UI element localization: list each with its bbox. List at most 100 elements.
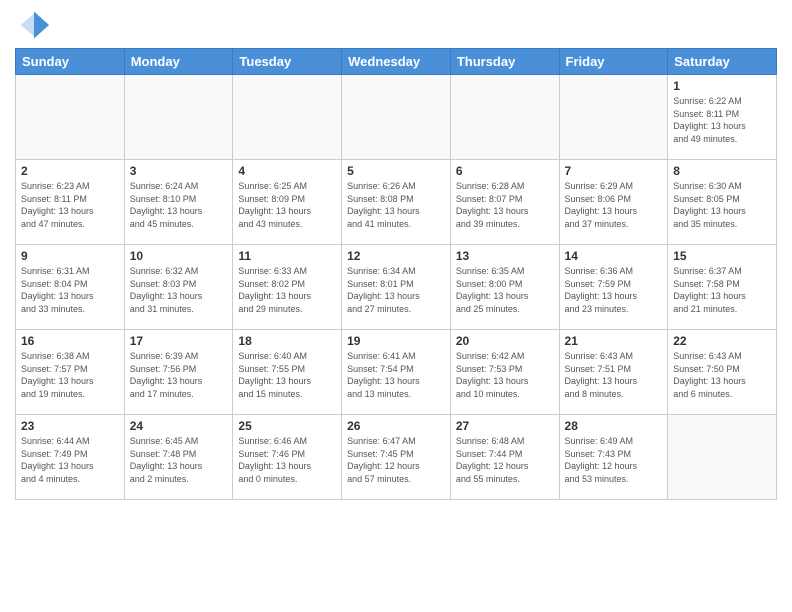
day-info: Sunrise: 6:32 AM Sunset: 8:03 PM Dayligh… [130, 265, 228, 315]
table-row: 16 Sunrise: 6:38 AM Sunset: 7:57 PM Dayli… [16, 330, 125, 415]
day-info: Sunrise: 6:22 AM Sunset: 8:11 PM Dayligh… [673, 95, 771, 145]
table-row [668, 415, 777, 500]
page: Sunday Monday Tuesday Wednesday Thursday… [0, 0, 792, 612]
day-number: 15 [673, 249, 771, 263]
day-number: 10 [130, 249, 228, 263]
day-info: Sunrise: 6:39 AM Sunset: 7:56 PM Dayligh… [130, 350, 228, 400]
day-number: 23 [21, 419, 119, 433]
table-row: 1 Sunrise: 6:22 AM Sunset: 8:11 PM Daylig… [668, 75, 777, 160]
day-info: Sunrise: 6:43 AM Sunset: 7:50 PM Dayligh… [673, 350, 771, 400]
header [15, 10, 777, 40]
table-row: 6Sunrise: 6:28 AM Sunset: 8:07 PM Daylig… [450, 160, 559, 245]
day-info: Sunrise: 6:35 AM Sunset: 8:00 PM Dayligh… [456, 265, 554, 315]
day-info: Sunrise: 6:26 AM Sunset: 8:08 PM Dayligh… [347, 180, 445, 230]
day-number: 13 [456, 249, 554, 263]
day-number: 6 [456, 164, 554, 178]
day-number: 20 [456, 334, 554, 348]
day-number: 3 [130, 164, 228, 178]
day-info: Sunrise: 6:41 AM Sunset: 7:54 PM Dayligh… [347, 350, 445, 400]
table-row: 15 Sunrise: 6:37 AM Sunset: 7:58 PM Dayli… [668, 245, 777, 330]
table-row: 21Sunrise: 6:43 AM Sunset: 7:51 PM Dayli… [559, 330, 668, 415]
day-info: Sunrise: 6:36 AM Sunset: 7:59 PM Dayligh… [565, 265, 663, 315]
calendar-week-row: 16 Sunrise: 6:38 AM Sunset: 7:57 PM Dayli… [16, 330, 777, 415]
day-number: 25 [238, 419, 336, 433]
day-number: 22 [673, 334, 771, 348]
day-info: Sunrise: 6:45 AM Sunset: 7:48 PM Dayligh… [130, 435, 228, 485]
day-info: Sunrise: 6:30 AM Sunset: 8:05 PM Dayligh… [673, 180, 771, 230]
day-info: Sunrise: 6:33 AM Sunset: 8:02 PM Dayligh… [238, 265, 336, 315]
table-row: 25 Sunrise: 6:46 AM Sunset: 7:46 PM Dayli… [233, 415, 342, 500]
table-row: 28 Sunrise: 6:49 AM Sunset: 7:43 PM Dayli… [559, 415, 668, 500]
table-row [450, 75, 559, 160]
table-row: 11 Sunrise: 6:33 AM Sunset: 8:02 PM Dayli… [233, 245, 342, 330]
calendar-week-row: 2 Sunrise: 6:23 AM Sunset: 8:11 PM Daylig… [16, 160, 777, 245]
table-row [559, 75, 668, 160]
table-row: 12 Sunrise: 6:34 AM Sunset: 8:01 PM Dayli… [342, 245, 451, 330]
table-row [124, 75, 233, 160]
table-row: 19 Sunrise: 6:41 AM Sunset: 7:54 PM Dayli… [342, 330, 451, 415]
day-info: Sunrise: 6:25 AM Sunset: 8:09 PM Dayligh… [238, 180, 336, 230]
table-row: 13 Sunrise: 6:35 AM Sunset: 8:00 PM Dayli… [450, 245, 559, 330]
day-info: Sunrise: 6:47 AM Sunset: 7:45 PM Dayligh… [347, 435, 445, 485]
calendar-week-row: 9 Sunrise: 6:31 AM Sunset: 8:04 PM Daylig… [16, 245, 777, 330]
table-row [342, 75, 451, 160]
day-info: Sunrise: 6:38 AM Sunset: 7:57 PM Dayligh… [21, 350, 119, 400]
day-number: 9 [21, 249, 119, 263]
table-row: 22 Sunrise: 6:43 AM Sunset: 7:50 PM Dayli… [668, 330, 777, 415]
day-info: Sunrise: 6:43 AM Sunset: 7:51 PM Dayligh… [565, 350, 663, 400]
day-number: 24 [130, 419, 228, 433]
col-friday: Friday [559, 49, 668, 75]
table-row: 24 Sunrise: 6:45 AM Sunset: 7:48 PM Dayli… [124, 415, 233, 500]
day-number: 11 [238, 249, 336, 263]
calendar: Sunday Monday Tuesday Wednesday Thursday… [15, 48, 777, 500]
table-row: 5 Sunrise: 6:26 AM Sunset: 8:08 PM Daylig… [342, 160, 451, 245]
table-row: 9 Sunrise: 6:31 AM Sunset: 8:04 PM Daylig… [16, 245, 125, 330]
day-number: 4 [238, 164, 336, 178]
col-thursday: Thursday [450, 49, 559, 75]
day-number: 18 [238, 334, 336, 348]
table-row: 8Sunrise: 6:30 AM Sunset: 8:05 PM Daylig… [668, 160, 777, 245]
day-number: 16 [21, 334, 119, 348]
day-number: 12 [347, 249, 445, 263]
col-monday: Monday [124, 49, 233, 75]
day-info: Sunrise: 6:23 AM Sunset: 8:11 PM Dayligh… [21, 180, 119, 230]
day-number: 14 [565, 249, 663, 263]
day-number: 19 [347, 334, 445, 348]
day-info: Sunrise: 6:40 AM Sunset: 7:55 PM Dayligh… [238, 350, 336, 400]
day-number: 26 [347, 419, 445, 433]
table-row: 14 Sunrise: 6:36 AM Sunset: 7:59 PM Dayli… [559, 245, 668, 330]
day-info: Sunrise: 6:31 AM Sunset: 8:04 PM Dayligh… [21, 265, 119, 315]
col-wednesday: Wednesday [342, 49, 451, 75]
table-row: 4 Sunrise: 6:25 AM Sunset: 8:09 PM Daylig… [233, 160, 342, 245]
day-info: Sunrise: 6:49 AM Sunset: 7:43 PM Dayligh… [565, 435, 663, 485]
table-row [16, 75, 125, 160]
day-number: 28 [565, 419, 663, 433]
table-row: 7 Sunrise: 6:29 AM Sunset: 8:06 PM Daylig… [559, 160, 668, 245]
col-tuesday: Tuesday [233, 49, 342, 75]
table-row: 2 Sunrise: 6:23 AM Sunset: 8:11 PM Daylig… [16, 160, 125, 245]
day-info: Sunrise: 6:46 AM Sunset: 7:46 PM Dayligh… [238, 435, 336, 485]
day-info: Sunrise: 6:24 AM Sunset: 8:10 PM Dayligh… [130, 180, 228, 230]
day-info: Sunrise: 6:34 AM Sunset: 8:01 PM Dayligh… [347, 265, 445, 315]
table-row: 27Sunrise: 6:48 AM Sunset: 7:44 PM Dayli… [450, 415, 559, 500]
table-row: 20 Sunrise: 6:42 AM Sunset: 7:53 PM Dayli… [450, 330, 559, 415]
calendar-week-row: 23 Sunrise: 6:44 AM Sunset: 7:49 PM Dayli… [16, 415, 777, 500]
day-number: 5 [347, 164, 445, 178]
table-row: 17Sunrise: 6:39 AM Sunset: 7:56 PM Dayli… [124, 330, 233, 415]
logo [15, 10, 49, 40]
day-number: 2 [21, 164, 119, 178]
table-row: 3 Sunrise: 6:24 AM Sunset: 8:10 PM Daylig… [124, 160, 233, 245]
logo-icon [19, 10, 49, 40]
table-row: 18 Sunrise: 6:40 AM Sunset: 7:55 PM Dayli… [233, 330, 342, 415]
day-info: Sunrise: 6:29 AM Sunset: 8:06 PM Dayligh… [565, 180, 663, 230]
table-row [233, 75, 342, 160]
calendar-week-row: 1 Sunrise: 6:22 AM Sunset: 8:11 PM Daylig… [16, 75, 777, 160]
day-number: 7 [565, 164, 663, 178]
day-info: Sunrise: 6:37 AM Sunset: 7:58 PM Dayligh… [673, 265, 771, 315]
col-saturday: Saturday [668, 49, 777, 75]
table-row: 23 Sunrise: 6:44 AM Sunset: 7:49 PM Dayli… [16, 415, 125, 500]
day-number: 1 [673, 79, 771, 93]
day-info: Sunrise: 6:42 AM Sunset: 7:53 PM Dayligh… [456, 350, 554, 400]
day-info: Sunrise: 6:44 AM Sunset: 7:49 PM Dayligh… [21, 435, 119, 485]
calendar-header-row: Sunday Monday Tuesday Wednesday Thursday… [16, 49, 777, 75]
